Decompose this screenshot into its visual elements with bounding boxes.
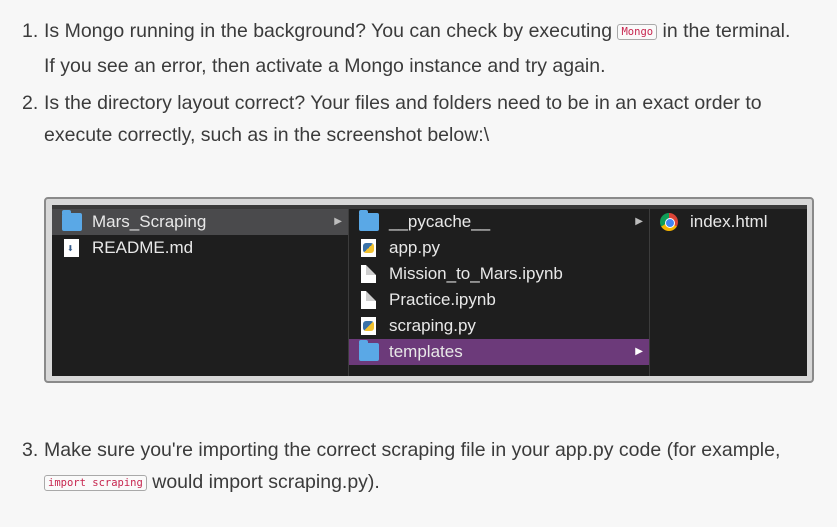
finder-item-label: Practice.ipynb <box>389 290 496 309</box>
chevron-right-icon: ▶ <box>334 216 342 227</box>
finder-item-scraping-py[interactable]: scraping.py <box>349 313 649 339</box>
finder-item-label: app.py <box>389 238 441 257</box>
item-text-continued: execute correctly, such as in the screen… <box>44 124 490 146</box>
finder-item-app-py[interactable]: app.py <box>349 235 649 261</box>
item-text-continued: import scraping would import scraping.py… <box>22 466 822 501</box>
inline-code-mongo: Mongo <box>617 24 658 40</box>
item-number: 2. <box>22 92 39 114</box>
finder-column-3: index.html <box>650 209 807 376</box>
instruction-item-3: 3. Make sure you're importing the correct… <box>22 434 822 501</box>
instruction-item-1: 1. Is Mongo running in the background? Yo… <box>22 15 822 82</box>
finder-item-practice[interactable]: Practice.ipynb <box>349 287 649 313</box>
finder-item-label: README.md <box>92 238 194 257</box>
directory-screenshot: Mars_Scraping ▶ ⬇ README.md __pycache__ … <box>44 197 814 383</box>
chevron-right-icon: ▶ <box>635 216 643 227</box>
item-text: in the terminal. <box>657 20 791 42</box>
item-text: Is the directory layout correct? Your fi… <box>44 92 762 114</box>
python-file-icon <box>361 239 376 257</box>
finder-item-label: __pycache__ <box>389 212 491 231</box>
finder-item-index-html[interactable]: index.html <box>650 209 807 235</box>
item-number: 1. <box>22 20 39 42</box>
finder-column-2: __pycache__ ▶ app.py Mission_to_Mars.ipy… <box>349 209 650 376</box>
folder-icon <box>359 340 379 361</box>
inline-code-import-scraping: import scraping <box>44 475 147 491</box>
item-text: Make sure you're importing the correct s… <box>44 439 781 461</box>
finder-item-label: templates <box>389 342 463 361</box>
folder-icon <box>62 210 82 231</box>
finder-item-label: Mars_Scraping <box>92 212 207 231</box>
document-icon <box>361 265 376 283</box>
finder-item-label: Mission_to_Mars.ipynb <box>389 264 563 283</box>
finder-item-label: index.html <box>690 212 768 231</box>
finder-item-templates[interactable]: templates ▶ <box>349 339 649 365</box>
item-text: would import scraping.py). <box>146 471 380 493</box>
document-icon <box>361 291 376 309</box>
chrome-html-icon <box>660 213 678 231</box>
item-text: Is Mongo running in the background? You … <box>44 20 618 42</box>
finder-item-readme[interactable]: ⬇ README.md <box>52 235 348 261</box>
finder-column-1: Mars_Scraping ▶ ⬇ README.md <box>52 209 349 376</box>
markdown-file-icon: ⬇ <box>64 239 79 257</box>
instruction-item-2: 2. Is the directory layout correct? Your … <box>22 87 822 151</box>
item-number: 3. <box>22 439 39 461</box>
python-file-icon <box>361 317 376 335</box>
finder-window: Mars_Scraping ▶ ⬇ README.md __pycache__ … <box>52 205 807 376</box>
item-text-continued: If you see an error, then activate a Mon… <box>44 55 606 77</box>
finder-item-mars-scraping[interactable]: Mars_Scraping ▶ <box>52 209 348 235</box>
folder-icon <box>359 210 379 231</box>
chevron-right-icon: ▶ <box>635 346 643 357</box>
finder-item-pycache[interactable]: __pycache__ ▶ <box>349 209 649 235</box>
finder-item-mission-to-mars[interactable]: Mission_to_Mars.ipynb <box>349 261 649 287</box>
finder-item-label: scraping.py <box>389 316 476 335</box>
